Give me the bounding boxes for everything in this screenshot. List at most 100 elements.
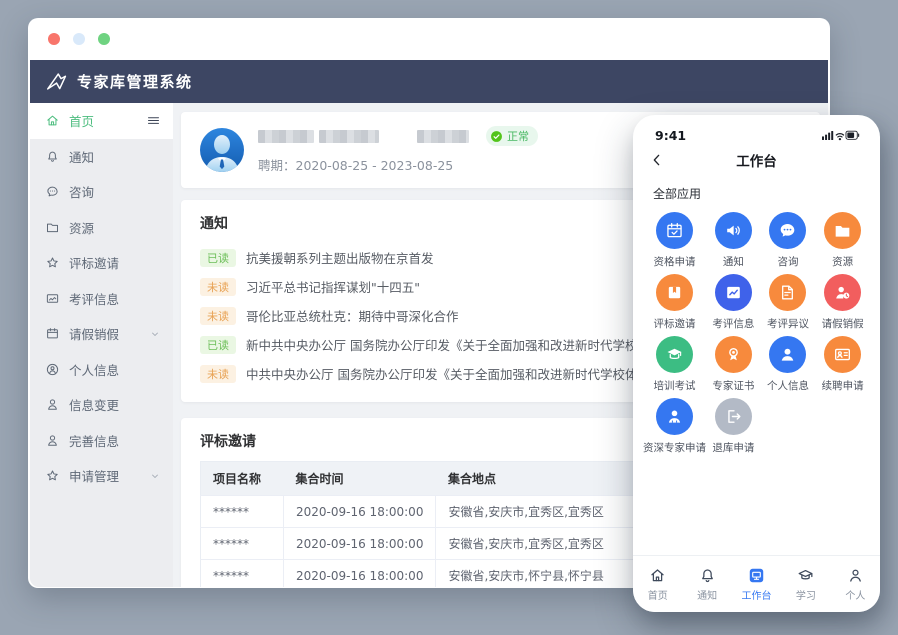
app-person2-icon — [656, 398, 693, 435]
app-shortcut-label: 资源 — [832, 254, 853, 269]
sidebar-item-label: 个人信息 — [69, 360, 119, 379]
window-minimize-button[interactable] — [73, 33, 85, 45]
app-shortcut[interactable]: 评标邀请 — [643, 274, 706, 336]
status-badge-label: 正常 — [507, 128, 529, 144]
tab-item[interactable]: 工作台 — [732, 566, 781, 602]
app-shortcut[interactable]: 退库申请 — [706, 398, 761, 460]
sidebar-item[interactable]: 首页 — [30, 103, 173, 139]
app-title: 专家库管理系统 — [77, 71, 193, 92]
app-speaker-icon — [715, 212, 752, 249]
sidebar-item[interactable]: 个人信息 — [30, 352, 173, 388]
section-label: 全部应用 — [633, 177, 880, 202]
mobile-app-panel: 9:41 工作台 全部应用 资格申请 通知 咨询 — [633, 115, 880, 612]
window-close-button[interactable] — [48, 33, 60, 45]
cell-project-name: ****** — [201, 528, 284, 560]
sidebar-item-label: 完善信息 — [69, 431, 119, 450]
sidebar-item-label: 信息变更 — [69, 395, 119, 414]
avatar — [200, 128, 244, 172]
sidebar-item[interactable]: 考评信息 — [30, 281, 173, 317]
app-shortcut[interactable]: 续聘申请 — [815, 336, 870, 398]
app-shortcut-label: 请假销假 — [822, 316, 864, 331]
app-shortcut[interactable]: 培训考试 — [643, 336, 706, 398]
window-maximize-button[interactable] — [98, 33, 110, 45]
app-shortcut[interactable]: 资源 — [815, 212, 870, 274]
tab-item-label: 首页 — [648, 587, 668, 602]
sidebar-item-label: 首页 — [69, 111, 94, 130]
app-person-clock-icon — [824, 274, 861, 311]
sidebar-item-label: 资源 — [69, 218, 94, 237]
app-shortcut[interactable]: 考评信息 — [706, 274, 761, 336]
app-logo-icon — [45, 71, 68, 92]
tab-item[interactable]: 通知 — [682, 566, 731, 602]
collapse-menu-icon[interactable] — [146, 113, 161, 128]
app-person-icon — [769, 336, 806, 373]
app-exit-icon — [715, 398, 752, 435]
sidebar-item[interactable]: 申请管理 — [30, 458, 173, 494]
app-header: 专家库管理系统 — [30, 60, 828, 103]
tab-work-icon — [747, 566, 766, 585]
tenure-text: 聘期：2020-08-25 - 2023-08-25 — [258, 155, 538, 174]
tab-item[interactable]: 个人 — [831, 566, 880, 602]
browser-titlebar — [28, 18, 830, 60]
tab-person-icon — [846, 566, 865, 585]
read-status-badge: 未读 — [200, 365, 236, 383]
app-chat-icon — [769, 212, 806, 249]
tab-item-label: 通知 — [697, 587, 717, 602]
app-folder-icon — [824, 212, 861, 249]
app-shortcut-label: 资深专家申请 — [643, 440, 706, 455]
column-header: 集合时间 — [284, 462, 436, 496]
app-shortcut[interactable]: 咨询 — [761, 212, 816, 274]
tab-grad-icon — [796, 566, 815, 585]
tab-item[interactable]: 学习 — [781, 566, 830, 602]
person-circle-icon — [45, 362, 60, 377]
app-shortcut-label: 咨询 — [777, 254, 798, 269]
tab-item-label: 个人 — [845, 587, 865, 602]
tab-home-icon — [648, 566, 667, 585]
app-shortcut[interactable]: 考评异议 — [761, 274, 816, 336]
folder-icon — [45, 220, 60, 235]
status-badge: 正常 — [486, 126, 538, 146]
read-status-badge: 已读 — [200, 336, 236, 354]
app-chart-icon — [715, 274, 752, 311]
chevron-down-icon — [149, 470, 161, 482]
read-status-badge: 未读 — [200, 278, 236, 296]
sidebar-item[interactable]: 信息变更 — [30, 387, 173, 423]
cell-project-name: ****** — [201, 496, 284, 528]
app-shortcut-label: 评标邀请 — [654, 316, 696, 331]
home-icon — [45, 113, 60, 128]
app-shortcut[interactable]: 专家证书 — [706, 336, 761, 398]
sidebar-item[interactable]: 请假销假 — [30, 316, 173, 352]
phone-nav-bar: 工作台 — [633, 143, 880, 177]
app-shortcut-label: 资格申请 — [654, 254, 696, 269]
sidebar-item-label: 请假销假 — [69, 324, 119, 343]
app-shortcut-label: 续聘申请 — [822, 378, 864, 393]
sidebar-item[interactable]: 完善信息 — [30, 423, 173, 459]
app-shortcut[interactable]: 资深专家申请 — [643, 398, 706, 460]
cell-assembly-time: 2020-09-16 18:00:00 — [284, 528, 436, 560]
sidebar-item[interactable]: 通知 — [30, 139, 173, 175]
sidebar-item[interactable]: 资源 — [30, 210, 173, 246]
app-shortcut-label: 个人信息 — [767, 378, 809, 393]
sidebar-item[interactable]: 评标邀请 — [30, 245, 173, 281]
back-icon[interactable] — [649, 152, 665, 168]
tab-item[interactable]: 首页 — [633, 566, 682, 602]
app-shortcut[interactable]: 个人信息 — [761, 336, 816, 398]
app-shortcut[interactable]: 资格申请 — [643, 212, 706, 274]
redacted-name-block — [258, 130, 314, 143]
star-icon — [45, 468, 60, 483]
status-time: 9:41 — [655, 128, 686, 143]
app-shortcut[interactable]: 通知 — [706, 212, 761, 274]
read-status-badge: 未读 — [200, 307, 236, 325]
app-shortcut[interactable]: 请假销假 — [815, 274, 870, 336]
phone-tab-bar: 首页 通知 工作台 学习 个人 — [633, 555, 880, 612]
app-calendar-icon — [656, 212, 693, 249]
app-shortcut-label: 培训考试 — [654, 378, 696, 393]
app-shortcut-label: 专家证书 — [712, 378, 754, 393]
app-grid: 资格申请 通知 咨询 资源 评标 — [633, 202, 880, 460]
person-icon — [45, 397, 60, 412]
bell-icon — [45, 149, 60, 164]
sidebar-item[interactable]: 咨询 — [30, 174, 173, 210]
phone-status-bar: 9:41 — [633, 115, 880, 143]
app-grad-icon — [656, 336, 693, 373]
desktop-background: 专家库管理系统 首页 通知 — [0, 0, 898, 635]
